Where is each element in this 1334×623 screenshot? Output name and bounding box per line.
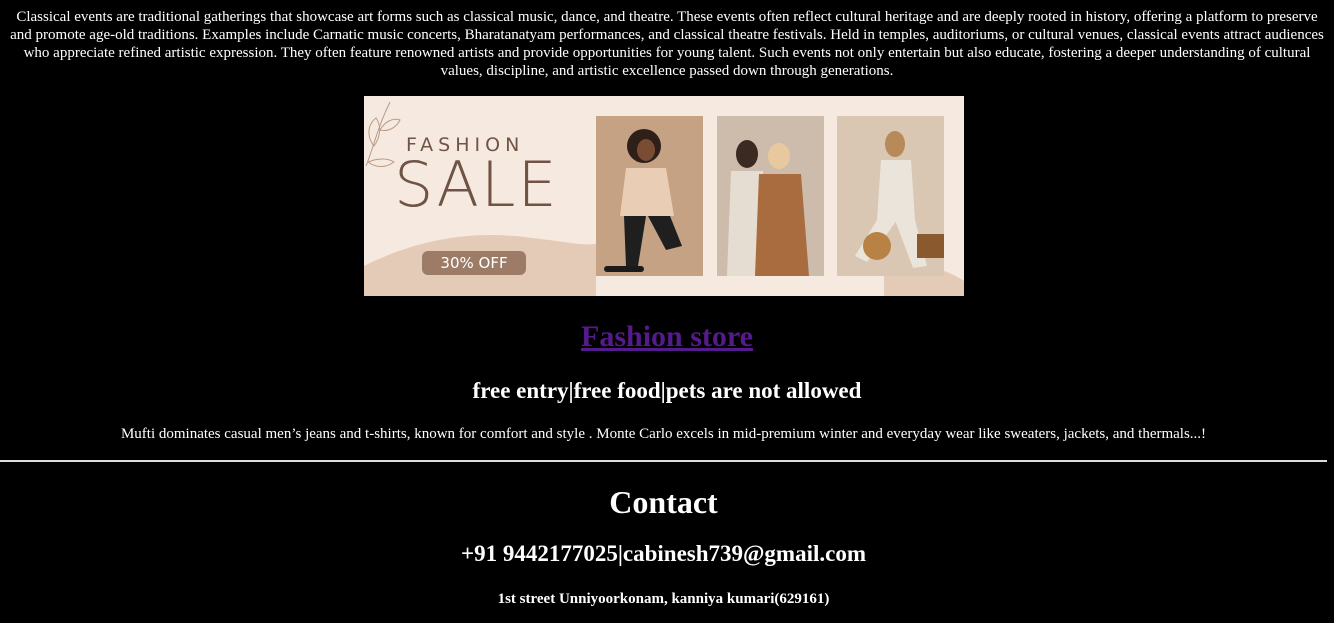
store-title: Fashion store xyxy=(0,320,1334,354)
contact-phone-email: +91 9442177025|cabinesh739@gmail.com xyxy=(460,541,866,566)
discount-badge: 30% OFF xyxy=(422,251,526,275)
section-divider xyxy=(0,460,1327,462)
banner-sale-text: SALE xyxy=(394,148,559,221)
model-photo-3 xyxy=(837,116,944,276)
contact-address: 1st street Unniyoorkonam, kanniya kumari… xyxy=(497,591,830,607)
model-photo-1 xyxy=(596,116,703,276)
fashion-sale-banner: FASHION SALE 30% OFF xyxy=(364,96,964,296)
banner-image: FASHION SALE 30% OFF xyxy=(364,96,964,296)
brand-description: Mufti dominates casual men’s jeans and t… xyxy=(120,426,1207,442)
model-photo-2 xyxy=(717,116,824,276)
fashion-store-link[interactable]: Fashion store xyxy=(581,320,753,353)
intro-paragraph: Classical events are traditional gatheri… xyxy=(10,9,1324,79)
contact-heading: Contact xyxy=(609,484,718,520)
event-tagline: free entry|free food|pets are not allowe… xyxy=(472,378,862,403)
